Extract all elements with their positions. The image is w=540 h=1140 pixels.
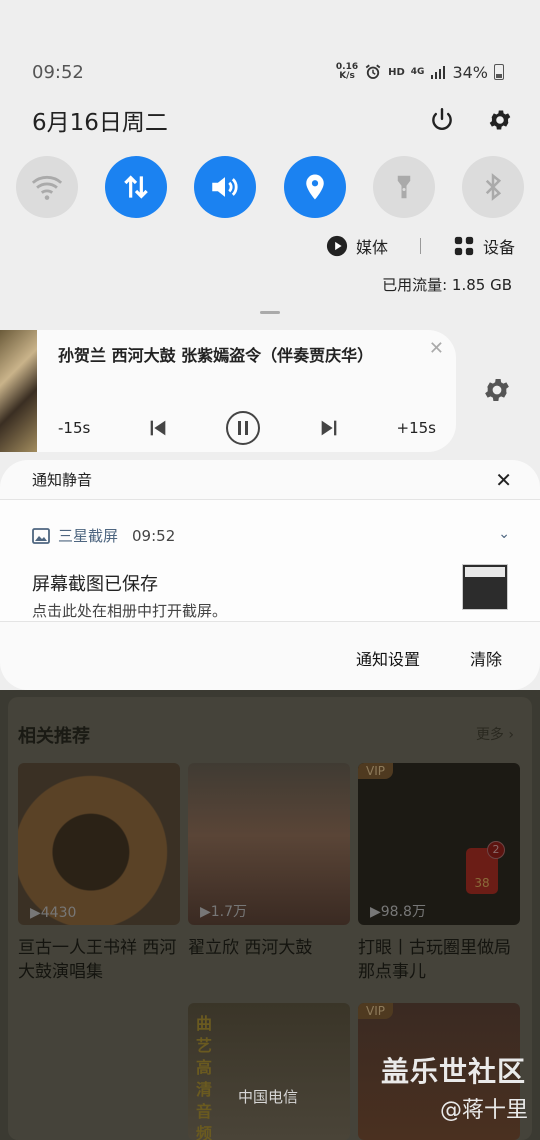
- close-icon[interactable]: ✕: [429, 338, 444, 359]
- bluetooth-toggle[interactable]: [461, 156, 524, 218]
- date-label: 6月16日周二: [32, 110, 168, 136]
- close-icon[interactable]: ✕: [495, 468, 512, 492]
- silent-notification-card: 通知静音 ✕ 三星截屏 09:52 ⌄ 屏幕截图已保存 点击此处在相册中打开截屏…: [0, 460, 540, 690]
- watermark: 盖乐世社区: [380, 1055, 526, 1088]
- location-toggle[interactable]: [283, 156, 346, 218]
- carrier-label: 中国电信: [238, 1088, 299, 1106]
- chevron-down-icon[interactable]: ⌄: [498, 526, 510, 542]
- hd-badge: HD: [388, 66, 405, 78]
- status-icons: 0.16 K/s HD 4G 34%: [336, 63, 504, 82]
- quick-toggles: [16, 156, 524, 218]
- devices-grid-icon: [454, 236, 474, 256]
- notification-actions: 通知设置 清除: [356, 646, 502, 670]
- recommend-tile-4[interactable]: 曲艺高清音频: [188, 1003, 350, 1140]
- red-packet-amount: 38: [474, 876, 490, 890]
- wifi-icon: [31, 175, 63, 200]
- mobile-data-toggle[interactable]: [105, 156, 168, 218]
- image-icon: [32, 527, 50, 544]
- divider: [420, 238, 422, 254]
- signal-icon: [431, 66, 446, 79]
- net-speed: 0.16 K/s: [335, 62, 359, 81]
- drag-handle[interactable]: [260, 311, 280, 314]
- data-usage: 已用流量: 1.85 GB: [382, 276, 512, 294]
- battery-icon: [494, 64, 504, 80]
- media-settings-gear-icon[interactable]: [482, 375, 512, 409]
- tile-caption-1[interactable]: 亘古一人王书祥 西河大鼓演唱集: [18, 936, 184, 984]
- silent-header-title: 通知静音: [32, 471, 93, 489]
- media-player-card[interactable]: 孙贺兰 西河大鼓 张紫嫣盗令（伴奏贾庆华） ✕ -15s +15s: [0, 330, 456, 452]
- network-type: 4G: [410, 66, 425, 77]
- red-packet-badge: 2: [487, 841, 505, 859]
- previous-icon[interactable]: [147, 417, 169, 439]
- flashlight-icon: [397, 175, 410, 199]
- play-count: ▶98.8万: [370, 904, 426, 920]
- tile-art-text: 曲艺高清音频: [196, 1014, 213, 1140]
- vip-badge: VIP: [358, 763, 393, 779]
- screenshot-thumbnail[interactable]: [462, 564, 508, 610]
- media-controls: -15s +15s: [58, 410, 436, 446]
- alarm-icon: [365, 64, 381, 79]
- media-device-row: 媒体 设备: [326, 234, 515, 258]
- power-icon[interactable]: [426, 104, 458, 136]
- recommend-tile-2[interactable]: ▶1.7万: [188, 763, 350, 925]
- notification-subtitle: 点击此处在相册中打开截屏。: [32, 602, 228, 620]
- play-circle-icon: [326, 235, 348, 257]
- notification-app-row: 三星截屏 09:52: [32, 525, 175, 546]
- location-pin-icon: [305, 174, 324, 200]
- bluetooth-icon: [485, 173, 502, 201]
- battery-percent: 34%: [452, 62, 488, 82]
- gear-icon[interactable]: [484, 104, 516, 136]
- next-icon[interactable]: [318, 417, 340, 439]
- notification-time: 09:52: [132, 526, 176, 545]
- clear-button[interactable]: 清除: [470, 646, 502, 670]
- recommend-tile-1[interactable]: ▶4430: [18, 763, 180, 925]
- status-time: 09:52: [32, 61, 84, 83]
- speaker-icon: [212, 177, 238, 197]
- more-link[interactable]: 更多 ›: [476, 724, 514, 744]
- pause-icon[interactable]: [225, 410, 261, 446]
- red-packet-icon[interactable]: 2 38: [466, 841, 505, 894]
- play-count: ▶1.7万: [200, 904, 248, 920]
- tile-caption-3[interactable]: 打眼丨古玩圈里做局那点事儿: [358, 936, 524, 984]
- wifi-toggle[interactable]: [16, 156, 78, 218]
- notification-settings-button[interactable]: 通知设置: [356, 646, 420, 670]
- rewind-button[interactable]: -15s: [58, 419, 90, 437]
- data-arrows-icon: [124, 175, 148, 199]
- forward-button[interactable]: +15s: [397, 419, 436, 437]
- sound-toggle[interactable]: [194, 156, 257, 218]
- watermark-author: @蒋十里: [439, 1098, 528, 1123]
- play-count: ▶4430: [30, 905, 77, 921]
- album-art: [0, 330, 37, 452]
- app-name: 三星截屏: [58, 527, 119, 545]
- recommend-section-title: 相关推荐: [18, 726, 90, 747]
- status-bar: 09:52 0.16 K/s HD 4G 34%: [32, 58, 504, 86]
- notification-header: 通知静音 ✕: [0, 460, 540, 500]
- flashlight-toggle[interactable]: [372, 156, 435, 218]
- screenshot-notification[interactable]: 三星截屏 09:52 ⌄ 屏幕截图已保存 点击此处在相册中打开截屏。: [0, 500, 540, 622]
- media-button[interactable]: 媒体: [356, 234, 388, 258]
- device-button[interactable]: 设备: [483, 234, 515, 258]
- tile-caption-2[interactable]: 翟立欣 西河大鼓: [188, 936, 354, 960]
- notification-title: 屏幕截图已保存: [32, 574, 158, 595]
- media-title: 孙贺兰 西河大鼓 张紫嫣盗令（伴奏贾庆华）: [58, 346, 374, 365]
- date-row: 6月16日周二: [32, 100, 516, 140]
- vip-badge: VIP: [358, 1003, 393, 1019]
